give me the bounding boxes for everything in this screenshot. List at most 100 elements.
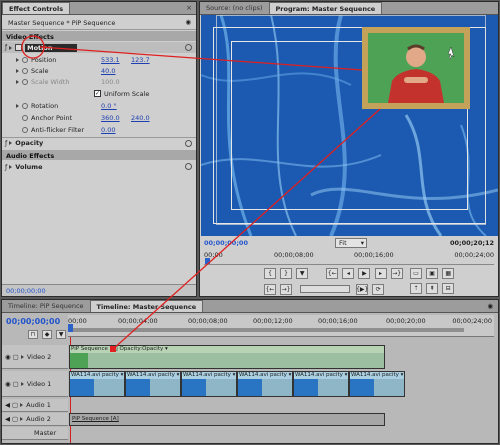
track-audio-1-header[interactable]: ◀ ▢ Audio 1	[2, 399, 68, 412]
shuttle-slider[interactable]	[300, 285, 351, 293]
set-in-icon[interactable]: {	[264, 268, 276, 279]
motion-effect-row[interactable]: ƒ Motion	[2, 42, 196, 53]
stopwatch-icon[interactable]	[22, 67, 28, 74]
track-video-1-header[interactable]: ◉ ▢ Video 1	[2, 371, 68, 397]
snap-icon[interactable]: ⊓	[28, 330, 38, 339]
play-icon[interactable]: ▶	[358, 268, 371, 279]
fit-dropdown[interactable]: Fit ▾	[335, 238, 367, 248]
position-y-value[interactable]: 123.7	[131, 56, 150, 64]
tab-timeline-master[interactable]: Timeline: Master Sequence	[89, 300, 204, 312]
video-clip-wa114[interactable]: WA114.avi pacity ▾	[237, 371, 293, 397]
stopwatch-icon[interactable]	[22, 102, 28, 109]
lock-icon[interactable]: ▢	[13, 380, 19, 388]
visibility-icon[interactable]: ƒ	[5, 139, 7, 147]
track-audio-2-header[interactable]: ◀ ▢ Audio 2	[2, 413, 68, 426]
expand-triangle-icon[interactable]	[20, 403, 24, 407]
reset-icon[interactable]	[185, 44, 192, 51]
chevron-down-icon: ▾	[360, 239, 364, 247]
tab-source[interactable]: Source: (no clips)	[200, 2, 269, 14]
timeline-timecode[interactable]: 00;00;00;00	[6, 317, 60, 326]
work-area-bar[interactable]	[68, 328, 464, 332]
step-back-icon[interactable]: ◂	[342, 268, 355, 279]
stopwatch-icon[interactable]	[22, 126, 28, 133]
anchor-y-value[interactable]: 240.0	[131, 114, 150, 122]
uniform-scale-checkbox[interactable]: ✓	[94, 90, 101, 97]
go-to-next-marker-icon[interactable]: →}	[280, 284, 293, 295]
video-clip-wa114[interactable]: WA114.avi pacity ▾	[69, 371, 125, 397]
transport-controls: { } ▼ {← ◂ ▶ ▸ →}	[264, 268, 414, 282]
timeline-menu-icon[interactable]: ◉	[487, 302, 493, 310]
expand-triangle-icon[interactable]	[9, 141, 13, 145]
playhead-marker[interactable]	[68, 324, 73, 332]
effect-controls-timecode[interactable]: 00;00;00;00	[6, 287, 46, 295]
anchor-x-value[interactable]: 360.0	[101, 114, 131, 122]
panel-menu-icon[interactable]: ◉	[185, 18, 191, 26]
eye-icon[interactable]: ◉	[5, 380, 11, 388]
visibility-icon[interactable]: ƒ	[5, 44, 7, 51]
stopwatch-icon[interactable]	[22, 56, 28, 63]
track-video-2-header[interactable]: ◉ ▢ Video 2	[2, 345, 68, 369]
anti-flicker-value[interactable]: 0.00	[101, 126, 115, 134]
clip-label: WA114.avi pacity ▾	[350, 372, 404, 379]
monitor-ruler[interactable]: 00;00 00;00;08;00 00;00;16;00 00;00;24;0…	[204, 251, 494, 265]
monitor-playhead-timecode[interactable]: 00;00;00;00	[204, 239, 248, 247]
output-icon[interactable]: ▣	[426, 268, 439, 279]
extract-icon[interactable]: ⇞	[426, 283, 439, 294]
trim-icon[interactable]: ⊟	[442, 283, 455, 294]
tab-program[interactable]: Program: Master Sequence	[268, 2, 383, 14]
stopwatch-icon[interactable]	[22, 114, 28, 121]
motion-icon	[15, 44, 23, 51]
pip-sequence-audio-clip[interactable]: PiP Sequence [A]	[69, 413, 385, 426]
expand-triangle-icon[interactable]	[16, 68, 19, 73]
go-to-in-icon[interactable]: {←	[326, 268, 339, 279]
expand-triangle-icon[interactable]	[20, 381, 24, 386]
lock-icon[interactable]: ▢	[12, 401, 18, 409]
scale-value[interactable]: 40.0	[101, 67, 115, 75]
video-clip-wa114[interactable]: WA114.avi pacity ▾	[293, 371, 349, 397]
set-marker-icon[interactable]: ▼	[296, 268, 309, 279]
clip-label: WA114.avi pacity ▾	[70, 372, 124, 379]
lock-icon[interactable]: ▢	[13, 353, 19, 361]
expand-triangle-icon[interactable]	[9, 164, 13, 169]
close-icon[interactable]: ×	[186, 4, 192, 12]
tab-effect-controls[interactable]: Effect Controls	[2, 2, 71, 14]
reset-icon[interactable]	[185, 140, 192, 147]
opacity-effect-row[interactable]: ƒ Opacity	[2, 137, 196, 148]
loop-icon[interactable]: ⟳	[372, 284, 385, 295]
volume-effect-row[interactable]: ƒ Volume	[2, 161, 196, 172]
visibility-icon[interactable]: ƒ	[5, 163, 7, 171]
play-in-to-out-icon[interactable]: {▶}	[356, 284, 368, 295]
video-clip-wa114[interactable]: WA114.avi pacity ▾	[181, 371, 237, 397]
expand-triangle-icon[interactable]	[16, 103, 19, 108]
pip-video-frame[interactable]	[362, 27, 470, 109]
settings-icon[interactable]: ▦	[442, 268, 455, 279]
playhead-marker[interactable]	[205, 258, 210, 264]
go-to-out-icon[interactable]: →}	[390, 268, 403, 279]
step-forward-icon[interactable]: ▸	[374, 268, 387, 279]
lift-icon[interactable]: ⇡	[410, 283, 422, 294]
video-clip-wa114[interactable]: WA114.avi pacity ▾	[125, 371, 181, 397]
expand-triangle-icon[interactable]	[16, 57, 19, 62]
expand-triangle-icon[interactable]	[20, 417, 24, 421]
expand-triangle-icon[interactable]	[9, 45, 13, 50]
expand-triangle-icon[interactable]	[20, 354, 24, 359]
pip-sequence-video-clip[interactable]: PiP Sequence [V] Opacity:Opacity ▾	[69, 345, 385, 369]
rotation-value[interactable]: 0.0 °	[101, 102, 117, 110]
reset-icon[interactable]	[185, 163, 192, 170]
ruler-tick-label: 00;00;16;00	[354, 251, 394, 259]
speaker-icon[interactable]: ◀	[5, 401, 10, 409]
set-out-icon[interactable]: }	[280, 268, 293, 279]
safe-margins-icon[interactable]: ▭	[410, 268, 422, 279]
track-master-header[interactable]: Master	[2, 427, 68, 440]
eye-icon[interactable]: ◉	[5, 353, 11, 361]
speaker-icon[interactable]: ◀	[5, 415, 10, 423]
lock-icon[interactable]: ▢	[12, 415, 18, 423]
go-to-previous-marker-icon[interactable]: {←	[264, 284, 276, 295]
timeline-ruler[interactable]: 00;00 00;00;04;00 00;00;08;00 00;00;12;0…	[68, 315, 494, 337]
tab-timeline-pip[interactable]: Timeline: PiP Sequence	[2, 300, 90, 312]
video-clip-wa114[interactable]: WA114.avi pacity ▾	[349, 371, 405, 397]
position-x-value[interactable]: 533.1	[101, 56, 131, 64]
set-encore-marker-icon[interactable]: ▼	[56, 330, 67, 339]
set-marker-icon[interactable]: ◆	[42, 330, 53, 339]
scale-width-row: Scale Width 100.0	[2, 76, 196, 87]
